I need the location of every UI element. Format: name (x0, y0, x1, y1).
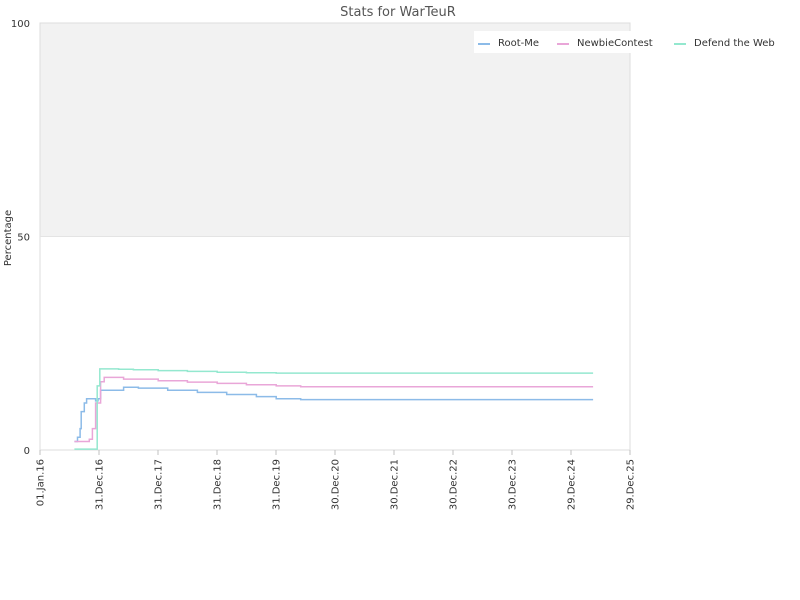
legend[interactable]: Root-Me NewbieContest Defend the Web (474, 31, 800, 53)
x-tick-label: 29.Dec.25 (626, 459, 637, 510)
x-tick-label: 30.Dec.22 (449, 459, 460, 510)
y-tick-label: 100 (11, 19, 30, 30)
series-line-defend-the-web (74, 368, 594, 450)
plot-band (40, 23, 630, 237)
legend-label: Root-Me (498, 38, 539, 49)
y-tick-label: 0 (24, 446, 30, 457)
x-tick-label: 30.Dec.23 (508, 459, 519, 510)
legend-label: Defend the Web (694, 38, 775, 49)
x-tick-label: 29.Dec.24 (567, 459, 578, 510)
x-axis: 01.Jan.16 31.Dec.16 31.Dec.17 31.Dec.18 31.D… (36, 450, 637, 510)
y-tick-label: 50 (17, 233, 30, 244)
x-tick-label: 30.Dec.20 (331, 459, 342, 510)
x-tick-label: 31.Dec.16 (95, 459, 106, 510)
series-lines (74, 368, 594, 450)
series-line-newbiecontest (74, 376, 594, 443)
line-chart: Stats for WarTeuR 0 50 100 01.Jan.16 31.Dec… (3, 5, 800, 510)
chart-title: Stats for WarTeuR (340, 5, 456, 20)
series-line-root-me (74, 386, 594, 443)
x-tick-label: 01.Jan.16 (36, 459, 47, 506)
y-axis-label: Percentage (3, 210, 14, 266)
legend-label: NewbieContest (577, 38, 653, 49)
x-tick-label: 31.Dec.17 (154, 459, 165, 510)
x-tick-label: 30.Dec.21 (390, 459, 401, 510)
x-tick-label: 31.Dec.18 (213, 459, 224, 510)
x-tick-label: 31.Dec.19 (272, 459, 283, 510)
